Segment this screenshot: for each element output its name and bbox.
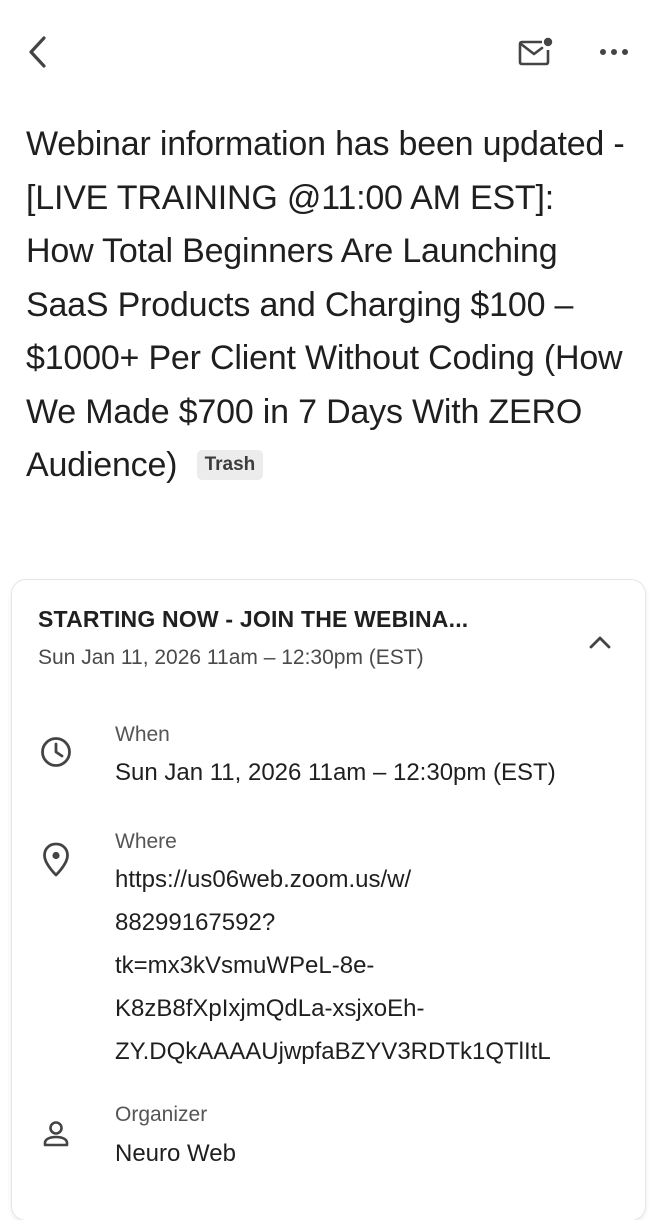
more-horizontal-icon	[600, 49, 628, 55]
top-app-bar	[0, 0, 657, 104]
event-title: STARTING NOW - JOIN THE WEBINA...	[38, 606, 469, 632]
collapse-event-button[interactable]	[578, 620, 622, 664]
when-value: Sun Jan 11, 2026 11am – 12:30pm (EST)	[115, 759, 556, 786]
where-link-line: tk=mx3kVsmuWPeL-8e-	[115, 952, 375, 979]
calendar-event-card: STARTING NOW - JOIN THE WEBINA... Sun Ja…	[12, 580, 645, 1220]
chevron-left-icon	[29, 36, 46, 68]
when-label: When	[115, 723, 170, 746]
email-subject-text: Webinar information has been updated - […	[26, 125, 625, 484]
more-options-button[interactable]	[590, 28, 638, 76]
organizer-label: Organizer	[115, 1103, 208, 1126]
person-icon	[36, 1114, 76, 1154]
where-label: Where	[115, 830, 177, 853]
clock-icon	[36, 732, 76, 772]
location-pin-icon	[36, 840, 76, 880]
mark-unread-button[interactable]	[512, 28, 560, 76]
back-button[interactable]	[14, 28, 62, 76]
organizer-value: Neuro Web	[115, 1140, 236, 1167]
where-link-line: K8zB8fXpIxjmQdLa-xsjxoEh-	[115, 995, 425, 1022]
trash-label-chip[interactable]: Trash	[196, 450, 264, 480]
where-link[interactable]: https://us06web.zoom.us/w/ 88299167592? …	[115, 858, 635, 1073]
where-link-line: 88299167592?	[115, 909, 276, 936]
chevron-up-icon	[589, 636, 611, 649]
email-subject: Webinar information has been updated - […	[26, 118, 626, 493]
where-link-line: https://us06web.zoom.us/w/	[115, 866, 412, 893]
where-link-line: ZY.DQkAAAAUjwpfaBZYV3RDTk1QTlItL	[115, 1038, 551, 1065]
mail-unread-icon	[518, 37, 553, 66]
event-datetime-summary: Sun Jan 11, 2026 11am – 12:30pm (EST)	[38, 646, 424, 669]
